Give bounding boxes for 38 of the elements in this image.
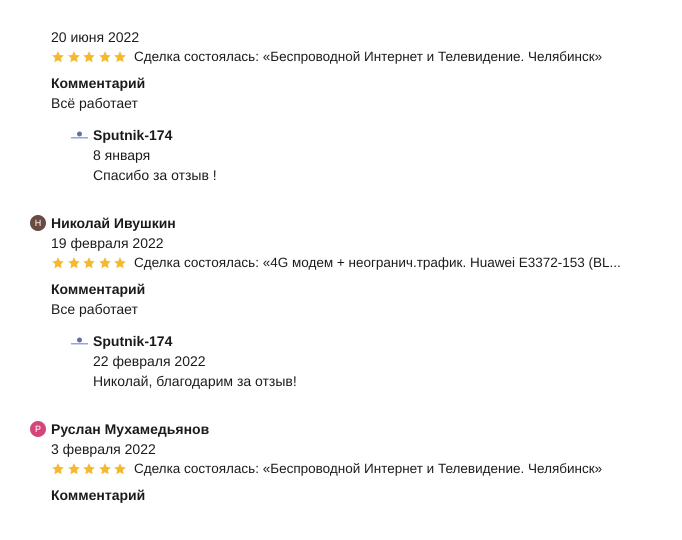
- company-logo-icon: [71, 131, 88, 139]
- reply-date: 8 января: [93, 146, 152, 165]
- reply-author[interactable]: Sputnik-174: [93, 125, 172, 145]
- avatar: Н: [30, 215, 46, 231]
- star-icon: [98, 462, 112, 476]
- deal-text: Сделка состоялась: «4G модем + неогранич.трафик. Huawei E3372-153 (BL...: [134, 254, 621, 272]
- comment-text: Всё работает: [51, 94, 139, 113]
- star-icon: [51, 462, 65, 476]
- reviewer-name[interactable]: Николай Ивушкин: [51, 213, 176, 233]
- star-icon: [51, 256, 65, 270]
- star-icon: [82, 462, 96, 476]
- star-icon: [66, 256, 80, 270]
- star-icon: [51, 50, 65, 64]
- comment-label: Комментарий: [51, 486, 146, 505]
- comment-label: Комментарий: [51, 280, 146, 299]
- review-date: 3 февраля 2022: [51, 440, 157, 459]
- comment-text: Все работает: [51, 300, 139, 319]
- star-icon: [98, 50, 112, 64]
- deal-text: Сделка состоялась: «Беспроводной Интернет и Телевидение. Челябинск»: [134, 460, 602, 478]
- star-icon: [66, 462, 80, 476]
- star-icon: [82, 50, 96, 64]
- comment-label: Комментарий: [51, 74, 146, 93]
- reply-date: 22 февраля 2022: [93, 352, 207, 371]
- star-icon: [113, 462, 127, 476]
- star-icon: [82, 256, 96, 270]
- reviewer-name[interactable]: Руслан Мухамедьянов: [51, 419, 210, 439]
- reply-text: Спасибо за отзыв !: [93, 166, 218, 185]
- reply-text: Николай, благодарим за отзыв!: [93, 372, 298, 391]
- avatar: Р: [30, 421, 46, 437]
- review-date: 19 февраля 2022: [51, 234, 165, 253]
- star-icon: [66, 50, 80, 64]
- star-icon: [98, 256, 112, 270]
- company-logo-icon: [71, 337, 88, 345]
- reply-author[interactable]: Sputnik-174: [93, 331, 172, 351]
- review-date: 20 июня 2022: [51, 28, 140, 47]
- star-icon: [113, 50, 127, 64]
- deal-text: Сделка состоялась: «Беспроводной Интернет и Телевидение. Челябинск»: [134, 48, 602, 66]
- star-icon: [113, 256, 127, 270]
